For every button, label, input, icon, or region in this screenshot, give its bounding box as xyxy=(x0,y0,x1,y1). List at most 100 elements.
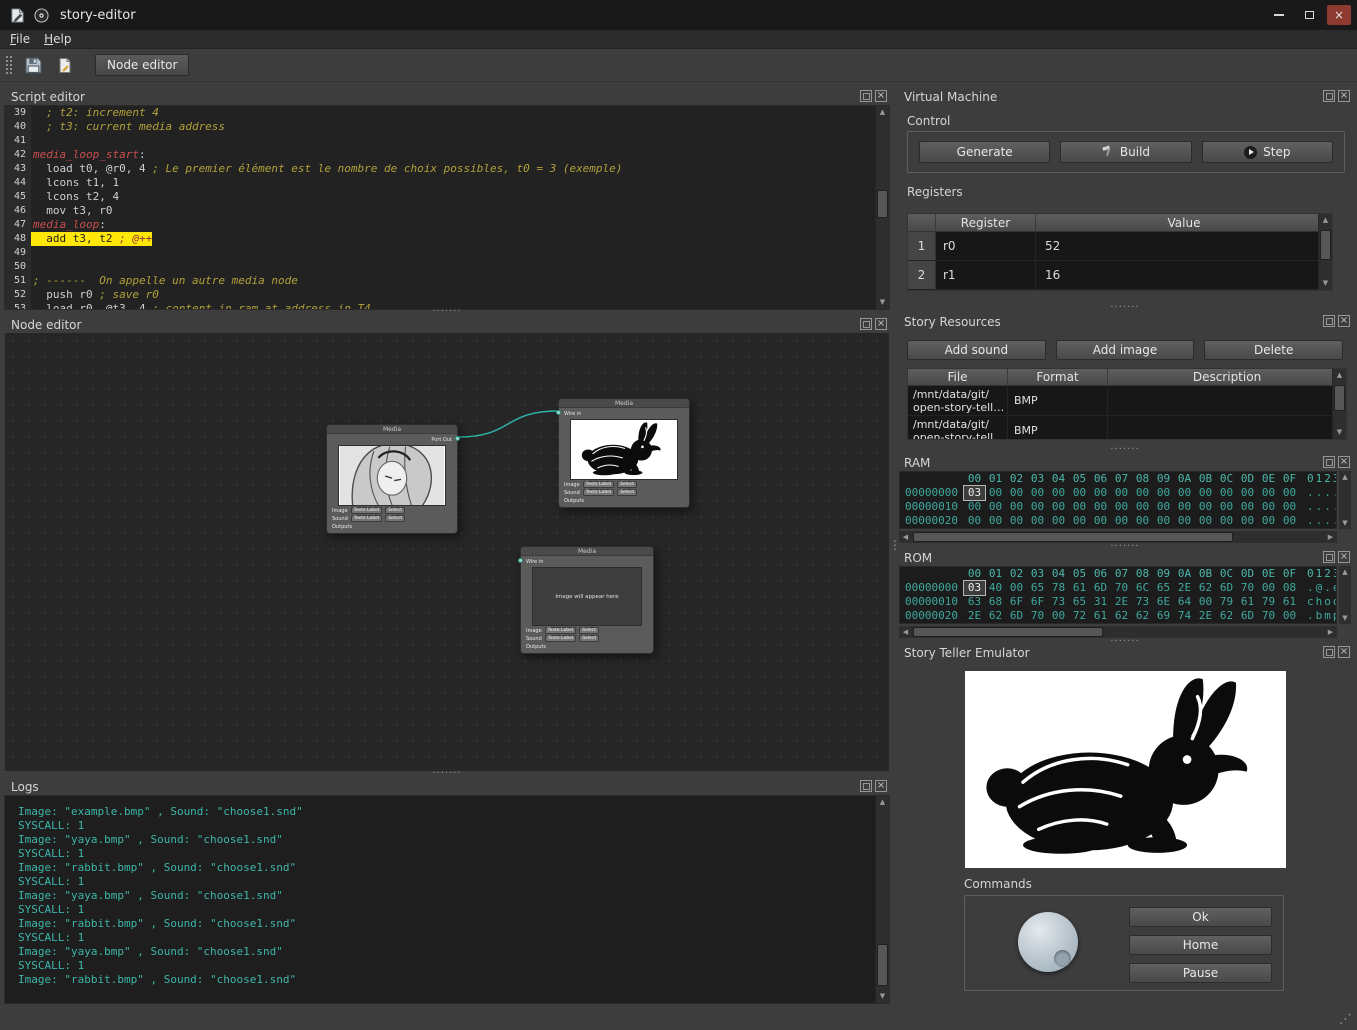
save-button[interactable] xyxy=(19,52,47,78)
scrollbar-thumb[interactable] xyxy=(913,532,1233,542)
code-line[interactable]: 43 load t0, @r0, 4 ; Le premier élément … xyxy=(5,162,875,176)
hex-byte[interactable]: 6D xyxy=(1216,581,1237,595)
hex-byte[interactable]: 78 xyxy=(1048,581,1069,595)
log-view[interactable]: Image: "example.bmp" , Sound: "choose1.s… xyxy=(4,795,890,1004)
register-row[interactable]: 2r116 xyxy=(908,261,1332,290)
minimize-button[interactable] xyxy=(1267,5,1291,25)
new-script-button[interactable] xyxy=(51,52,79,78)
select-button[interactable]: Select xyxy=(579,627,599,634)
code-line[interactable]: 47media_loop: xyxy=(5,218,875,232)
hex-byte[interactable]: 79 xyxy=(1258,595,1279,609)
hex-byte[interactable]: 00 xyxy=(1237,514,1258,528)
home-button[interactable]: Home xyxy=(1129,935,1272,955)
hex-byte[interactable]: 61 xyxy=(1090,609,1111,623)
hex-byte[interactable]: 62 xyxy=(985,609,1006,623)
code-area[interactable]: 39 ; t2: increment 440 ; t3: current med… xyxy=(5,106,875,309)
hex-byte[interactable]: 00 xyxy=(1069,514,1090,528)
register-column-header[interactable]: Register xyxy=(936,214,1036,231)
close-panel-icon[interactable]: × xyxy=(1338,646,1350,658)
hex-byte[interactable]: 00 xyxy=(1258,500,1279,514)
hex-byte[interactable]: 00 xyxy=(1132,500,1153,514)
hex-byte[interactable]: 6E xyxy=(1153,595,1174,609)
ram-hexview[interactable]: 000102030405060708090A0B0C0D0E0F01234567… xyxy=(899,471,1337,529)
scroll-up-icon[interactable]: ▲ xyxy=(1333,369,1346,382)
code-line[interactable]: 48 add t3, t2 ; @++ xyxy=(5,232,875,246)
hex-byte[interactable]: 69 xyxy=(1153,609,1174,623)
hex-byte[interactable]: 70 xyxy=(1111,581,1132,595)
hex-byte[interactable]: 73 xyxy=(1132,595,1153,609)
format-column-header[interactable]: Format xyxy=(1008,369,1108,385)
close-button[interactable]: × xyxy=(1327,5,1351,25)
hex-byte[interactable]: 00 xyxy=(1006,500,1027,514)
hex-row[interactable]: 0000001063686F6F7365312E736E640079617961… xyxy=(900,595,1336,609)
scrollbar-thumb[interactable] xyxy=(877,944,888,986)
hex-byte[interactable]: 68 xyxy=(985,595,1006,609)
hex-byte[interactable]: 00 xyxy=(1048,486,1069,500)
select-button[interactable]: Select xyxy=(617,489,637,496)
hex-byte[interactable]: 00 xyxy=(1279,486,1300,500)
hex-byte[interactable]: 6C xyxy=(1132,581,1153,595)
hex-byte[interactable]: 03 xyxy=(964,486,985,500)
close-panel-icon[interactable]: × xyxy=(875,780,887,792)
code-line[interactable]: 39 ; t2: increment 4 xyxy=(5,106,875,120)
hex-byte[interactable]: 00 xyxy=(1069,486,1090,500)
hex-byte[interactable]: 00 xyxy=(1195,500,1216,514)
scroll-down-icon[interactable]: ▼ xyxy=(876,296,889,309)
hex-byte[interactable]: 00 xyxy=(1216,514,1237,528)
text-label-button[interactable]: Texte Label xyxy=(545,635,576,642)
add-image-button[interactable]: Add image xyxy=(1056,340,1195,360)
hex-byte[interactable]: 2E xyxy=(1195,609,1216,623)
hex-byte[interactable]: 00 xyxy=(1153,500,1174,514)
hex-byte[interactable]: 00 xyxy=(1111,486,1132,500)
hex-byte[interactable]: 31 xyxy=(1090,595,1111,609)
hex-byte[interactable]: 64 xyxy=(1174,595,1195,609)
hex-byte[interactable]: 00 xyxy=(1258,486,1279,500)
resource-row[interactable]: /mnt/data/git/open-story-tell…BMP xyxy=(908,386,1346,416)
scroll-up-icon[interactable]: ▲ xyxy=(1339,471,1351,483)
hex-byte[interactable]: 00 xyxy=(1132,486,1153,500)
hex-byte[interactable]: 65 xyxy=(1153,581,1174,595)
hex-byte[interactable]: 00 xyxy=(1006,486,1027,500)
hex-byte[interactable]: 00 xyxy=(985,500,1006,514)
hex-byte[interactable]: 00 xyxy=(1111,514,1132,528)
close-panel-icon[interactable]: × xyxy=(1338,315,1350,327)
float-panel-icon[interactable] xyxy=(1323,90,1335,102)
hex-byte[interactable]: 00 xyxy=(1153,514,1174,528)
maximize-button[interactable] xyxy=(1297,5,1321,25)
node-editor-toggle-button[interactable]: Node editor xyxy=(95,54,189,76)
hex-row[interactable]: 000000202E626D70007261626269742E626D7000… xyxy=(900,609,1336,623)
value-column-header[interactable]: Value xyxy=(1036,214,1332,231)
float-panel-icon[interactable] xyxy=(860,780,872,792)
hex-byte[interactable]: 00 xyxy=(1048,514,1069,528)
rom-hexview[interactable]: 000102030405060708090A0B0C0D0E0F01234567… xyxy=(899,566,1337,624)
hex-byte[interactable]: 00 xyxy=(1006,581,1027,595)
hex-byte[interactable]: 00 xyxy=(1090,500,1111,514)
scroll-right-icon[interactable]: ▶ xyxy=(1324,626,1337,639)
media-node[interactable]: MediaImageTexte LabelSelectSoundTexte La… xyxy=(558,398,690,508)
ok-button[interactable]: Ok xyxy=(1129,907,1272,927)
hex-row[interactable]: 0000001000000000000000000000000000000000… xyxy=(900,500,1336,514)
vertical-scrollbar[interactable]: ▲▼ xyxy=(875,796,889,1003)
hex-byte[interactable]: 00 xyxy=(1174,486,1195,500)
vertical-scrollbar[interactable]: ▲▼ xyxy=(1332,369,1346,439)
output-port[interactable] xyxy=(455,436,460,441)
scroll-down-icon[interactable]: ▼ xyxy=(1339,517,1351,529)
delete-button[interactable]: Delete xyxy=(1204,340,1343,360)
hex-byte[interactable]: 65 xyxy=(1027,581,1048,595)
input-port[interactable] xyxy=(556,410,561,415)
hex-byte[interactable]: 00 xyxy=(1195,514,1216,528)
text-label-button[interactable]: Texte Label xyxy=(351,507,382,514)
hex-row[interactable]: 0000000003000000000000000000000000000000… xyxy=(900,486,1336,500)
vertical-scrollbar[interactable]: ▲▼ xyxy=(875,106,889,309)
rom-vertical-scrollbar[interactable]: ▲▼ xyxy=(1339,566,1351,624)
hex-byte[interactable]: 00 xyxy=(1237,500,1258,514)
hex-byte[interactable]: 00 xyxy=(1090,486,1111,500)
hex-byte[interactable]: 6D xyxy=(1006,609,1027,623)
hex-byte[interactable]: 00 xyxy=(1027,486,1048,500)
hex-byte[interactable]: 00 xyxy=(1258,514,1279,528)
input-port[interactable] xyxy=(518,558,523,563)
step-button[interactable]: Step xyxy=(1202,141,1333,163)
hex-byte[interactable]: 00 xyxy=(1069,500,1090,514)
menu-file[interactable]: File xyxy=(10,32,30,46)
float-panel-icon[interactable] xyxy=(1323,456,1335,468)
